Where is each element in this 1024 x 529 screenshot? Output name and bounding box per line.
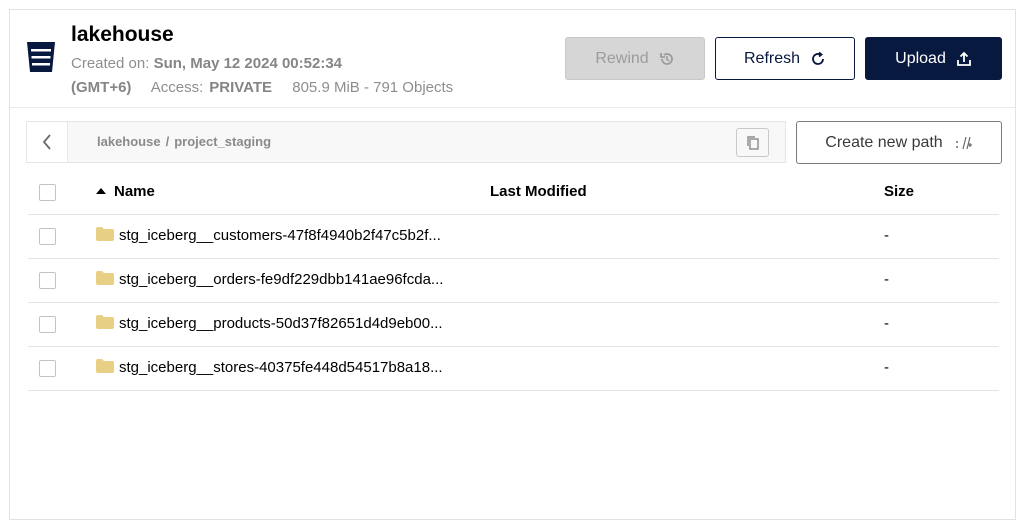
table-row[interactable]: stg_iceberg__products-50d37f82651d4d9eb0… [28, 303, 999, 347]
refresh-button[interactable]: Refresh [715, 37, 855, 80]
last-modified-column-header[interactable]: Last Modified [490, 183, 587, 200]
object-size: - [884, 227, 889, 244]
created-value: Sun, May 12 2024 00:52:34 [153, 55, 343, 72]
name-column-header[interactable]: Name [96, 183, 155, 200]
bucket-usage: 805.9 MiB - 791 Objects [292, 79, 454, 96]
row-checkbox[interactable] [39, 360, 56, 377]
object-name-label: stg_iceberg__stores-40375fe448d54517b8a1… [119, 359, 443, 376]
object-name[interactable]: stg_iceberg__stores-40375fe448d54517b8a1… [96, 359, 443, 376]
upload-icon [956, 51, 971, 66]
sort-ascending-icon [96, 188, 106, 194]
table-row[interactable]: stg_iceberg__stores-40375fe448d54517b8a1… [28, 347, 999, 391]
access-value: PRIVATE [209, 79, 273, 96]
object-name[interactable]: stg_iceberg__orders-fe9df229dbb141ae96fc… [96, 271, 443, 288]
copy-path-button[interactable] [736, 128, 769, 157]
rewind-button[interactable]: Rewind [565, 37, 705, 80]
refresh-label: Refresh [743, 49, 801, 67]
table-header-row: Name Last Modified Size [28, 171, 999, 215]
timezone: (GMT+6) [71, 79, 132, 96]
upload-label: Upload [895, 49, 946, 67]
table-row[interactable]: stg_iceberg__orders-fe9df229dbb141ae96fc… [28, 259, 999, 303]
chevron-left-icon [42, 134, 51, 150]
object-size: - [884, 315, 889, 332]
objects-table: Name Last Modified Size stg_iceberg__cus… [28, 171, 999, 391]
table-row[interactable]: stg_iceberg__customers-47f8f4940b2f47c5b… [28, 215, 999, 259]
bucket-browser-panel: lakehouse Created on: Sun, May 12 2024 0… [9, 9, 1016, 520]
bucket-header: lakehouse Created on: Sun, May 12 2024 0… [10, 10, 1015, 108]
bucket-meta: (GMT+6) Access: PRIVATE 805.9 MiB - 791 O… [71, 79, 469, 96]
breadcrumb-separator: / [165, 134, 170, 149]
create-path-label: Create new path [825, 133, 943, 151]
size-column-header[interactable]: Size [884, 183, 914, 200]
access-label: Access: [150, 79, 204, 96]
upload-button[interactable]: Upload [865, 37, 1002, 80]
folder-icon [96, 271, 114, 285]
create-new-path-button[interactable]: Create new path [796, 121, 1002, 164]
new-path-icon [955, 136, 972, 149]
object-name-label: stg_iceberg__products-50d37f82651d4d9eb0… [119, 315, 443, 332]
bucket-icon [27, 42, 55, 72]
rewind-label: Rewind [595, 49, 649, 67]
breadcrumb-root[interactable]: lakehouse [97, 134, 161, 149]
refresh-icon [812, 51, 824, 65]
back-button[interactable] [27, 122, 68, 162]
copy-icon [746, 135, 759, 150]
created-label: Created on: [71, 55, 150, 72]
row-checkbox[interactable] [39, 228, 56, 245]
name-header-label: Name [114, 183, 155, 200]
folder-icon [96, 227, 114, 241]
created-on: Created on: Sun, May 12 2024 00:52:34 [71, 55, 342, 72]
folder-icon [96, 315, 114, 329]
object-name-label: stg_iceberg__customers-47f8f4940b2f47c5b… [119, 227, 441, 244]
object-name-label: stg_iceberg__orders-fe9df229dbb141ae96fc… [119, 271, 444, 288]
breadcrumb: lakehouse / project_staging [97, 134, 271, 149]
folder-icon [96, 359, 114, 373]
object-name[interactable]: stg_iceberg__products-50d37f82651d4d9eb0… [96, 315, 443, 332]
rewind-icon [659, 52, 673, 65]
breadcrumb-current: project_staging [174, 134, 272, 149]
bucket-title: lakehouse [71, 23, 174, 46]
row-checkbox[interactable] [39, 272, 56, 289]
select-all-checkbox[interactable] [39, 184, 56, 201]
object-size: - [884, 359, 889, 376]
breadcrumb-bar: lakehouse / project_staging [26, 121, 786, 163]
object-name[interactable]: stg_iceberg__customers-47f8f4940b2f47c5b… [96, 227, 441, 244]
row-checkbox[interactable] [39, 316, 56, 333]
object-size: - [884, 271, 889, 288]
